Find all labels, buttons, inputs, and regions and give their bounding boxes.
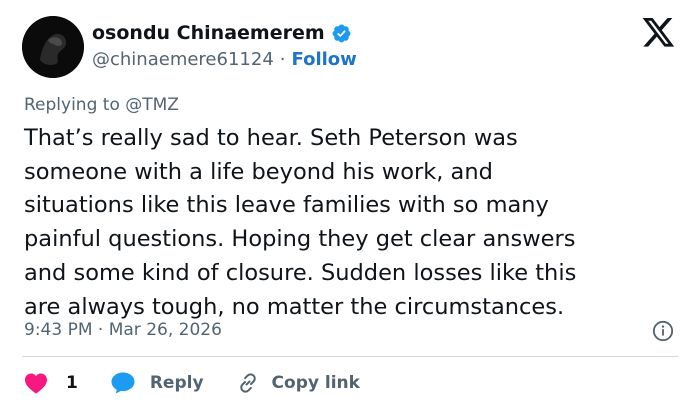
tweet-line: and some kind of closure. Sudden losses … (24, 259, 577, 286)
tweet-line: painful questions. Hoping they get clear… (24, 226, 576, 253)
heart-icon (25, 373, 47, 394)
verified-badge-icon (332, 24, 351, 42)
reply-button[interactable]: Reply (110, 371, 204, 395)
display-name-text[interactable]: osondu Chinaemerem (92, 22, 325, 44)
copy-link-label: Copy link (271, 373, 360, 393)
action-bar: 1 Reply Copy link (24, 368, 360, 398)
timestamp[interactable]: 9:43 PM · Mar 26, 2026 (24, 320, 222, 340)
reply-bubble-icon (111, 372, 135, 394)
tweet-line: That’s really sad to hear. Seth Peterson… (24, 125, 518, 151)
tweet-line: are always tough, no matter the circumst… (24, 293, 565, 320)
tweet-line: situations like this leave families with… (24, 192, 549, 219)
like-count: 1 (66, 373, 78, 393)
copy-link-button[interactable]: Copy link (236, 371, 360, 395)
reply-label: Reply (149, 373, 204, 393)
replying-to[interactable]: Replying to @TMZ (24, 95, 179, 115)
user-handle[interactable]: @chinaemere61124 (92, 49, 274, 70)
info-icon[interactable] (652, 320, 674, 342)
follow-button[interactable]: Follow (292, 49, 357, 70)
like-button[interactable]: 1 (24, 372, 78, 394)
avatar[interactable] (22, 16, 84, 78)
handle-row: @chinaemere61124 · Follow (92, 49, 357, 70)
tweet-text: That’s really sad to hear. Seth Peterson… (24, 122, 684, 324)
x-logo-icon[interactable] (642, 18, 676, 48)
divider (22, 356, 678, 357)
link-icon (239, 373, 256, 393)
display-name[interactable]: osondu Chinaemerem (92, 22, 352, 44)
separator-dot: · (279, 49, 286, 70)
tweet-line: someone with a life beyond his work, and (24, 158, 493, 185)
